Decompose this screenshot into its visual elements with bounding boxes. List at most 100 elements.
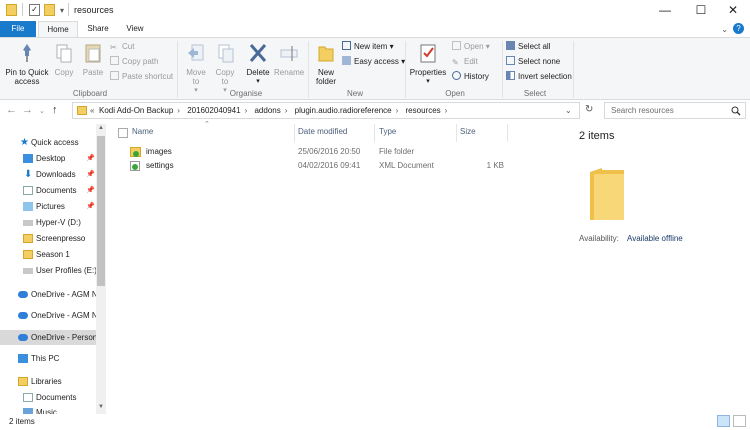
select-none-icon: [506, 56, 515, 65]
forward-arrow-icon[interactable]: →: [22, 104, 33, 116]
chevron-right-icon[interactable]: ›: [445, 106, 448, 115]
nav-item-documents[interactable]: Documents 📌: [0, 183, 97, 198]
scroll-up-icon[interactable]: ▲: [98, 125, 104, 131]
nav-item-this-pc[interactable]: This PC: [0, 351, 97, 366]
column-header-size[interactable]: Size: [460, 127, 476, 136]
select-none-button[interactable]: Select none: [506, 56, 560, 68]
nav-item-onedrive-personal[interactable]: OneDrive - Person: [0, 330, 97, 345]
new-folder-button[interactable]: New folder: [312, 42, 340, 86]
nav-item-downloads[interactable]: ⬇ Downloads 📌: [0, 167, 97, 182]
breadcrumb-item[interactable]: addons: [254, 106, 280, 115]
nav-item-season-1[interactable]: Season 1: [0, 247, 97, 262]
pin-quick-access-button[interactable]: Pin to Quick access: [4, 42, 50, 86]
tab-file[interactable]: File: [0, 21, 36, 37]
nav-item-screenpresso[interactable]: Screenpresso: [0, 231, 97, 246]
paste-button[interactable]: Paste: [80, 42, 106, 77]
details-view-icon[interactable]: [717, 415, 730, 427]
nav-item-label: OneDrive - Person: [31, 333, 97, 342]
nav-item-onedrive-agm-1[interactable]: OneDrive - AGM N: [0, 287, 97, 302]
chevron-right-icon[interactable]: ›: [177, 106, 180, 115]
properties-button[interactable]: Properties ▾: [409, 42, 447, 86]
pinned-icon: 📌: [86, 155, 95, 162]
search-input[interactable]: Search resources: [604, 102, 746, 119]
column-divider[interactable]: [294, 124, 295, 142]
new-item-button[interactable]: New item ▾: [342, 41, 394, 53]
group-divider: [177, 41, 178, 98]
table-row[interactable]: images 25/06/2016 20:50 File folder: [108, 145, 508, 159]
search-placeholder: Search resources: [611, 106, 674, 115]
nav-item-pictures[interactable]: Pictures 📌: [0, 199, 97, 214]
invert-selection-button[interactable]: Invert selection: [506, 71, 572, 83]
overflow-chevron-icon[interactable]: «: [90, 106, 94, 115]
tab-home[interactable]: Home: [38, 21, 78, 37]
file-name: images: [146, 147, 172, 156]
move-to-button[interactable]: Move to ▾: [183, 42, 209, 95]
scrollbar-thumb[interactable]: [97, 136, 105, 286]
copy-to-button[interactable]: Copy to ▾: [212, 42, 238, 95]
help-button[interactable]: ?: [733, 23, 744, 34]
breadcrumb-item[interactable]: resources: [406, 106, 441, 115]
nav-item-onedrive-agm-2[interactable]: OneDrive - AGM N: [0, 308, 97, 323]
nav-item-user-profiles-drive[interactable]: User Profiles (E:): [0, 263, 97, 278]
rename-button[interactable]: Rename: [274, 42, 304, 77]
up-arrow-icon[interactable]: ↑: [52, 104, 58, 116]
nav-item-desktop[interactable]: Desktop 📌: [0, 151, 97, 166]
column-divider[interactable]: [507, 124, 508, 142]
select-all-checkbox[interactable]: [118, 128, 128, 138]
organise-group-label: Organise: [229, 89, 263, 98]
column-header-type[interactable]: Type: [379, 127, 396, 136]
column-header-date[interactable]: Date modified: [298, 127, 347, 136]
table-row[interactable]: settings 04/02/2016 09:41 XML Document 1…: [108, 159, 508, 173]
breadcrumb-item[interactable]: Kodi Add-On Backup: [99, 106, 173, 115]
tab-view[interactable]: View: [117, 21, 153, 37]
cut-button[interactable]: ✂ Cut: [110, 41, 134, 53]
edit-button[interactable]: ✎ Edit: [452, 56, 478, 68]
paste-shortcut-button[interactable]: Paste shortcut: [110, 71, 173, 83]
nav-item-libraries[interactable]: Libraries: [0, 374, 97, 389]
chevron-right-icon[interactable]: ›: [285, 106, 288, 115]
expand-ribbon-icon[interactable]: ⌄: [721, 25, 728, 34]
customize-qat-icon[interactable]: ▾: [60, 6, 64, 15]
delete-button[interactable]: Delete ▾: [245, 42, 271, 86]
new-folder-quick-icon[interactable]: [44, 4, 55, 16]
back-arrow-icon[interactable]: ←: [6, 104, 17, 116]
group-divider: [502, 41, 503, 98]
tab-share[interactable]: Share: [80, 21, 116, 37]
recent-locations-icon[interactable]: ⌄: [39, 107, 45, 115]
refresh-icon[interactable]: ↻: [585, 104, 593, 115]
open-button[interactable]: Open ▾: [452, 41, 490, 53]
copy-path-button[interactable]: Copy path: [110, 56, 158, 68]
breadcrumb-item[interactable]: plugin.audio.radioreference: [295, 106, 392, 115]
chevron-right-icon[interactable]: ›: [245, 106, 248, 115]
invert-selection-icon: [506, 71, 515, 80]
pin-label: Pin to Quick access: [5, 68, 49, 86]
nav-item-label: Music: [36, 408, 57, 414]
minimize-button[interactable]: —: [648, 0, 682, 21]
address-dropdown-icon[interactable]: ⌄: [565, 106, 572, 115]
column-divider[interactable]: [374, 124, 375, 142]
scroll-down-icon[interactable]: ▼: [98, 404, 104, 410]
column-divider[interactable]: [456, 124, 457, 142]
close-button[interactable]: ✕: [716, 0, 750, 21]
availability-label: Availability:: [579, 234, 619, 243]
history-button[interactable]: History: [452, 71, 489, 83]
address-bar[interactable]: « Kodi Add-On Backup › 201602040941 › addo…: [72, 102, 580, 119]
nav-item-library-documents[interactable]: Documents: [0, 390, 97, 405]
nav-item-quick-access[interactable]: ★ Quick access: [0, 135, 97, 150]
large-icons-view-icon[interactable]: [733, 415, 746, 427]
select-all-button[interactable]: Select all: [506, 41, 550, 53]
column-header-name[interactable]: Name: [132, 127, 153, 136]
properties-quick-icon[interactable]: ✓: [29, 4, 40, 16]
rename-label: Rename: [274, 68, 305, 77]
maximize-button[interactable]: ☐: [684, 0, 718, 21]
copy-button[interactable]: Copy: [53, 42, 75, 77]
chevron-right-icon[interactable]: ›: [396, 106, 399, 115]
folder-app-icon[interactable]: [6, 4, 17, 16]
nav-item-hyperv-drive[interactable]: Hyper-V (D:): [0, 215, 97, 230]
easy-access-button[interactable]: Easy access ▾: [342, 56, 405, 68]
scissors-icon: ✂: [110, 43, 117, 52]
breadcrumb-item[interactable]: 201602040941: [187, 106, 240, 115]
nav-item-music[interactable]: Music: [0, 405, 97, 414]
pinned-icon: 📌: [86, 171, 95, 178]
nav-scrollbar[interactable]: ▲ ▼: [96, 124, 106, 414]
